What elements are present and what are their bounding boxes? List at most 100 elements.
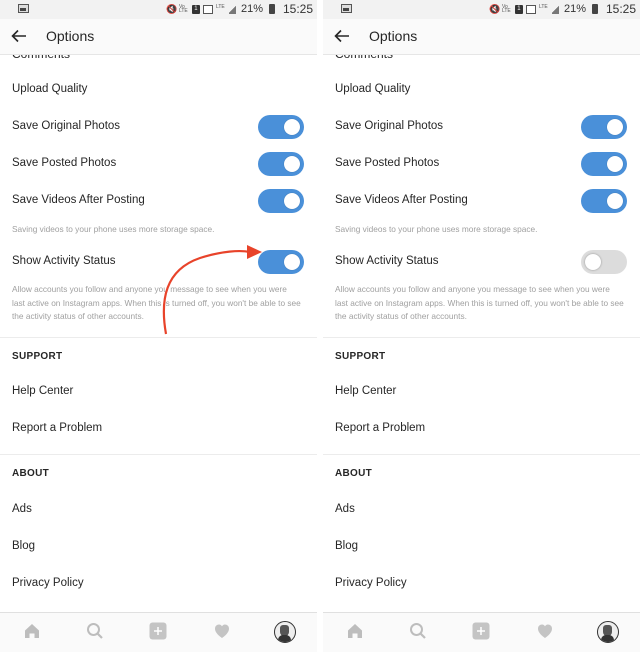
toggle-knob <box>284 193 300 209</box>
profile-avatar[interactable] <box>597 621 619 643</box>
option-ads[interactable]: Ads <box>0 495 317 525</box>
show-activity-status-toggle[interactable] <box>258 250 304 274</box>
option-upload-quality[interactable]: Upload Quality <box>323 75 640 105</box>
option-label: Blog <box>335 540 359 552</box>
save-posted-photos-toggle[interactable] <box>258 152 304 176</box>
save-original-photos-toggle[interactable] <box>258 115 304 139</box>
option-save-posted-photos: Save Posted Photos <box>323 149 640 179</box>
toggle-knob <box>284 119 300 135</box>
avatar-body <box>601 635 614 642</box>
lte-icon: LTE <box>215 3 225 10</box>
option-report-a-problem[interactable]: Report a Problem <box>0 414 317 444</box>
signal-bars-icon <box>228 4 236 14</box>
section-header-about: ABOUT <box>335 468 373 479</box>
option-label: Save Posted Photos <box>335 157 440 169</box>
save-original-photos-toggle[interactable] <box>581 115 627 139</box>
clock: 15:25 <box>605 2 636 16</box>
option-ads[interactable]: Ads <box>323 495 640 525</box>
search-icon[interactable] <box>85 621 105 641</box>
bottom-tab-bar <box>323 612 640 652</box>
option-upload-quality[interactable]: Upload Quality <box>0 75 317 105</box>
signal-icon <box>202 4 213 14</box>
option-blog[interactable]: Blog <box>323 532 640 562</box>
hint-line: the activity status of other accounts. <box>335 311 467 321</box>
section-header-support: SUPPORT <box>12 351 63 362</box>
option-show-activity-status: Show Activity Status <box>323 247 640 277</box>
toggle-knob <box>284 156 300 172</box>
signal-icon <box>525 4 536 14</box>
gallery-icon <box>18 4 29 13</box>
hint-line: Allow accounts you follow and anyone you… <box>12 284 287 294</box>
hint-line: last active on Instagram apps. When this… <box>335 297 624 308</box>
option-help-center[interactable]: Help Center <box>0 377 317 407</box>
status-bar: 🔇 Vo LTE 1 LTE 21% 15:25 <box>0 0 317 19</box>
heart-icon[interactable] <box>535 621 555 641</box>
section-header-support: SUPPORT <box>335 351 386 362</box>
option-label: Upload Quality <box>12 83 88 95</box>
volte-icon: Vo LTE <box>501 3 511 14</box>
option-save-videos-after-posting: Save Videos After Posting <box>0 186 317 216</box>
option-label: Show Activity Status <box>335 255 439 267</box>
gallery-icon <box>341 4 352 13</box>
status-bar: 🔇 Vo LTE 1 LTE 21% 15:25 <box>323 0 640 19</box>
save-posted-photos-toggle[interactable] <box>581 152 627 176</box>
save-videos-hint: Saving videos to your phone uses more st… <box>12 224 215 234</box>
toggle-knob <box>607 119 623 135</box>
option-label: Help Center <box>335 385 397 397</box>
option-label: Report a Problem <box>12 422 103 434</box>
option-label: Blog <box>12 540 36 552</box>
divider <box>0 454 317 455</box>
arrow-left-icon[interactable] <box>333 27 351 45</box>
option-privacy-policy[interactable]: Privacy Policy <box>0 569 317 599</box>
battery-percent: 21% <box>240 3 263 15</box>
add-post-icon[interactable] <box>148 621 168 641</box>
activity-status-hint: Allow accounts you follow and anyone you… <box>335 283 626 324</box>
option-label: Save Videos After Posting <box>335 194 468 206</box>
volte-icon: Vo LTE <box>178 3 188 14</box>
option-help-center[interactable]: Help Center <box>323 377 640 407</box>
save-videos-toggle[interactable] <box>581 189 627 213</box>
arrow-left-icon[interactable] <box>10 27 28 45</box>
options-list: Comments Upload Quality Save Original Ph… <box>0 47 317 612</box>
heart-icon[interactable] <box>212 621 232 641</box>
battery-icon <box>269 4 275 14</box>
option-privacy-policy[interactable]: Privacy Policy <box>323 569 640 599</box>
option-label: Report a Problem <box>335 422 426 434</box>
lte-icon: LTE <box>538 3 548 10</box>
option-save-original-photos: Save Original Photos <box>0 112 317 142</box>
sim-icon: 1 <box>191 4 200 14</box>
add-post-icon[interactable] <box>471 621 491 641</box>
activity-status-hint: Allow accounts you follow and anyone you… <box>12 283 303 324</box>
option-label: Privacy Policy <box>335 577 407 589</box>
show-activity-status-toggle[interactable] <box>581 250 627 274</box>
option-label: Ads <box>12 503 32 515</box>
search-icon[interactable] <box>408 621 428 641</box>
avatar-body <box>278 635 291 642</box>
option-label: Show Activity Status <box>12 255 116 267</box>
signal-bars-icon <box>551 4 559 14</box>
battery-percent: 21% <box>563 3 586 15</box>
option-label: Save Videos After Posting <box>12 194 145 206</box>
battery-icon <box>592 4 598 14</box>
section-header-about: ABOUT <box>12 468 50 479</box>
profile-avatar[interactable] <box>274 621 296 643</box>
home-icon[interactable] <box>22 621 42 641</box>
options-list: Comments Upload Quality Save Original Ph… <box>323 47 640 612</box>
option-blog[interactable]: Blog <box>0 532 317 562</box>
clock: 15:25 <box>282 2 313 16</box>
toggle-knob <box>607 193 623 209</box>
mute-icon: 🔇 <box>165 4 178 14</box>
option-label: Save Original Photos <box>12 120 121 132</box>
toggle-knob <box>284 254 300 270</box>
option-save-posted-photos: Save Posted Photos <box>0 149 317 179</box>
save-videos-toggle[interactable] <box>258 189 304 213</box>
toggle-knob <box>585 254 601 270</box>
option-label: Ads <box>335 503 355 515</box>
option-show-activity-status: Show Activity Status <box>0 247 317 277</box>
app-bar: Options <box>0 19 317 55</box>
option-label: Save Posted Photos <box>12 157 117 169</box>
option-report-a-problem[interactable]: Report a Problem <box>323 414 640 444</box>
hint-line: last active on Instagram apps. When this… <box>12 297 301 308</box>
home-icon[interactable] <box>345 621 365 641</box>
option-label: Privacy Policy <box>12 577 84 589</box>
